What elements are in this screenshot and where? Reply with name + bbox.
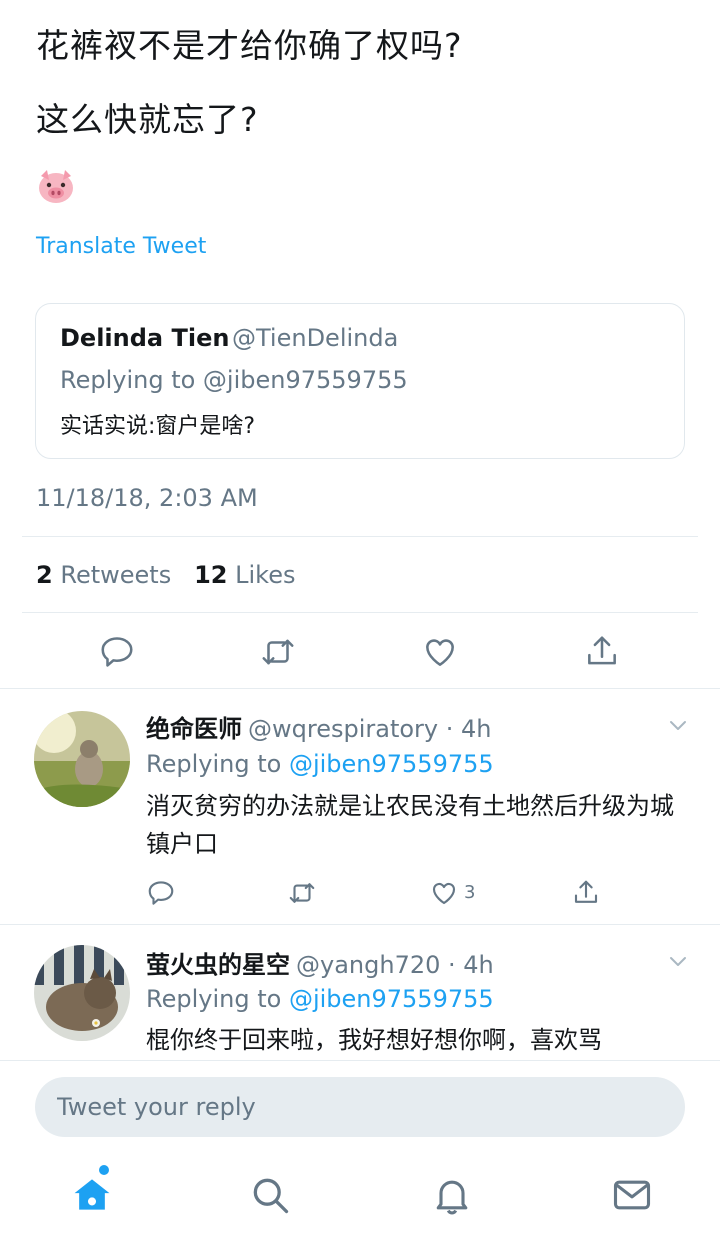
tweet-text-line-1: 花裤衩不是才给你确了权吗? bbox=[36, 26, 463, 65]
reply-replying-to: Replying to @jiben97559755 bbox=[146, 750, 494, 778]
tweet-stats[interactable]: 2 Retweets 12 Likes bbox=[36, 561, 296, 589]
pig-face-emoji-icon bbox=[36, 166, 76, 206]
reply-author[interactable]: 绝命医师 @wqrespiratory · 4h bbox=[146, 709, 491, 744]
retweet-icon[interactable] bbox=[287, 878, 317, 908]
bottom-bar bbox=[0, 1060, 720, 1236]
reply-replying-to: Replying to @jiben97559755 bbox=[146, 985, 494, 1013]
like-count: 3 bbox=[464, 882, 476, 903]
mention-link[interactable]: @jiben97559755 bbox=[289, 750, 494, 778]
avatar[interactable] bbox=[34, 711, 130, 807]
reply-author-name: 萤火虫的星空 bbox=[146, 951, 290, 979]
like-icon[interactable] bbox=[429, 878, 459, 908]
divider bbox=[22, 612, 698, 613]
replying-prefix: Replying to bbox=[146, 985, 282, 1013]
retweet-icon[interactable] bbox=[259, 633, 297, 671]
translate-tweet-link[interactable]: Translate Tweet bbox=[36, 234, 206, 259]
retweets-label: Retweets bbox=[60, 561, 172, 589]
home-icon[interactable] bbox=[70, 1173, 114, 1217]
quoted-tweet-text: 实话实说:窗户是啥? bbox=[60, 414, 256, 439]
share-icon[interactable] bbox=[571, 878, 601, 908]
reply-icon[interactable] bbox=[98, 633, 136, 671]
avatar[interactable] bbox=[34, 945, 130, 1041]
quoted-replying-to: Replying to @jiben97559755 bbox=[60, 366, 408, 394]
reply-tweet[interactable]: 萤火虫的星空 @yangh720 · 4h Replying to @jiben9… bbox=[0, 925, 720, 1060]
reply-author-name: 绝命医师 bbox=[146, 715, 242, 743]
replying-prefix: Replying to bbox=[146, 750, 282, 778]
like-icon[interactable] bbox=[421, 633, 459, 671]
share-icon[interactable] bbox=[583, 633, 621, 671]
tweet-timestamp: 11/18/18, 2:03 AM bbox=[36, 484, 258, 512]
reply-tweet[interactable]: 绝命医师 @wqrespiratory · 4h Replying to @jib… bbox=[0, 689, 720, 924]
new-content-dot bbox=[99, 1165, 109, 1175]
quoted-tweet-card[interactable]: Delinda Tien @TienDelinda Replying to @j… bbox=[35, 303, 685, 459]
retweets-count: 2 bbox=[36, 561, 53, 589]
messages-icon[interactable] bbox=[610, 1173, 654, 1217]
reply-author[interactable]: 萤火虫的星空 @yangh720 · 4h bbox=[146, 945, 494, 980]
reply-text: 消灭贫穷的办法就是让农民没有土地然后升级为城镇户口 bbox=[146, 792, 674, 858]
chevron-down-icon[interactable] bbox=[666, 949, 690, 973]
reply-icon[interactable] bbox=[146, 878, 176, 908]
reply-input[interactable] bbox=[35, 1077, 685, 1137]
tweet-text-line-2: 这么快就忘了? bbox=[36, 100, 259, 139]
reply-author-handle: @wqrespiratory · 4h bbox=[248, 715, 492, 743]
mention-link[interactable]: @jiben97559755 bbox=[289, 985, 494, 1013]
likes-count: 12 bbox=[194, 561, 228, 589]
quoted-author-handle: @TienDelinda bbox=[232, 324, 399, 352]
reply-author-handle: @yangh720 · 4h bbox=[296, 951, 494, 979]
quoted-author-name: Delinda Tien bbox=[60, 324, 230, 352]
chevron-down-icon[interactable] bbox=[666, 713, 690, 737]
reply-text: 棍你终于回来啦，我好想好想你啊，喜欢骂 bbox=[146, 1026, 602, 1054]
likes-label: Likes bbox=[235, 561, 296, 589]
search-icon[interactable] bbox=[248, 1173, 292, 1217]
divider bbox=[22, 536, 698, 537]
notifications-icon[interactable] bbox=[430, 1173, 474, 1217]
